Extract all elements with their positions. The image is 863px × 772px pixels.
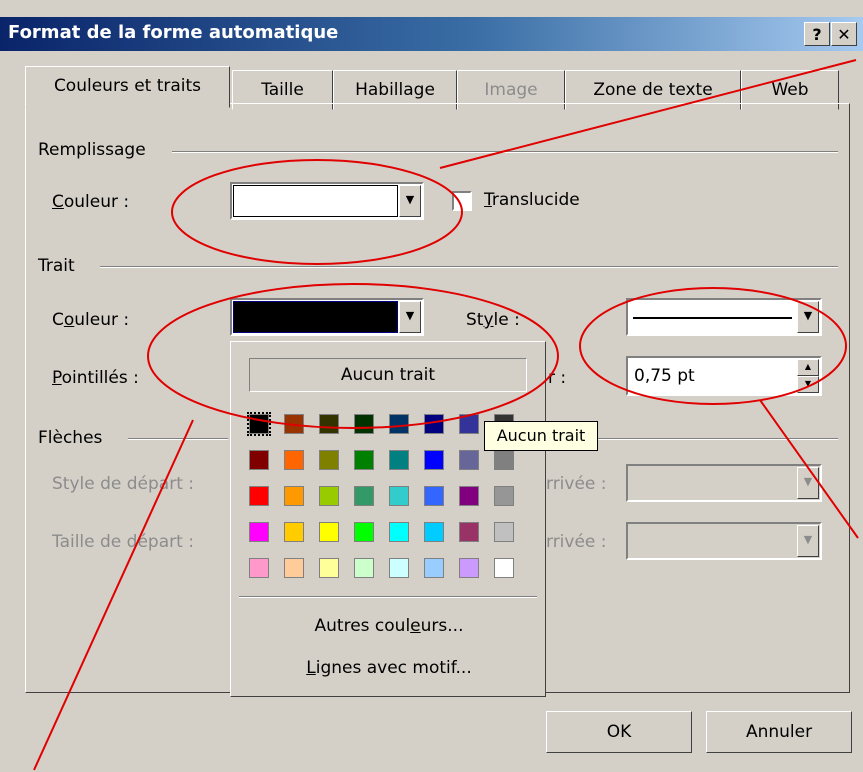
color-swatch[interactable] [354,522,374,542]
title-bar[interactable]: Format de la forme automatique ? ✕ [0,17,863,51]
line-weight-label: r : [548,368,567,388]
color-swatch[interactable] [494,450,514,470]
color-swatch[interactable] [249,450,269,470]
fill-separator [172,151,838,153]
patterned-lines-item[interactable]: Lignes avec motif... [231,658,547,678]
line-style-combo[interactable]: ▼ [626,298,822,336]
fill-color-label: Couleur : [52,192,130,212]
color-swatch[interactable] [354,486,374,506]
translucent-label: Translucide [484,190,580,210]
tooltip: Aucun trait [484,421,598,451]
line-color-label: Couleur : [52,310,130,330]
chevron-down-icon: ▼ [797,525,819,557]
color-swatch[interactable] [319,450,339,470]
line-color-combo[interactable]: ▼ [230,298,424,336]
chevron-down-icon[interactable]: ▼ [399,301,421,333]
spin-up-icon[interactable]: ▲ [797,359,819,376]
end-size-label: rrivée : [546,532,607,552]
line-color-swatch [233,301,398,333]
color-swatch[interactable] [247,412,271,436]
line-separator [100,266,838,268]
color-swatch[interactable] [319,522,339,542]
chevron-down-icon[interactable]: ▼ [399,185,421,217]
color-swatch[interactable] [459,558,479,578]
end-size-combo[interactable]: ▼ [626,522,822,560]
arrows-separator-left [128,438,228,440]
dialog-title: Format de la forme automatique [8,22,339,43]
start-style-label: Style de départ : [52,474,195,494]
end-style-label: rrivée : [546,474,607,494]
color-swatch[interactable] [424,450,444,470]
color-swatch[interactable] [354,558,374,578]
color-swatch[interactable] [284,558,304,578]
color-swatch[interactable] [494,522,514,542]
color-swatch[interactable] [389,486,409,506]
spin-down-icon[interactable]: ▼ [797,376,819,393]
arrows-section-label: Flèches [38,428,103,448]
chevron-down-icon[interactable]: ▼ [797,301,819,333]
color-swatch[interactable] [494,558,514,578]
color-swatch[interactable] [459,450,479,470]
dialog-window: Format de la forme automatique ? ✕ Coule… [0,0,863,772]
color-swatch[interactable] [354,450,374,470]
no-line-button[interactable]: Aucun trait [249,358,527,392]
end-style-combo[interactable]: ▼ [626,464,822,502]
color-swatch[interactable] [354,414,374,434]
arrows-separator-right [598,438,838,440]
color-swatch[interactable] [459,486,479,506]
color-swatch[interactable] [389,558,409,578]
line-weight-value: 0,75 pt [634,366,695,386]
line-style-label: Style : [466,310,520,330]
color-swatch[interactable] [459,414,479,434]
fill-color-swatch [233,185,398,217]
close-button[interactable]: ✕ [831,22,857,46]
line-color-popup: Aucun trait Autres couleurs... Lignes av… [230,341,546,697]
translucent-checkbox[interactable] [452,191,472,211]
color-swatch[interactable] [284,414,304,434]
color-swatch[interactable] [319,558,339,578]
color-swatch[interactable] [424,414,444,434]
cancel-button[interactable]: Annuler [706,711,852,753]
chevron-down-icon: ▼ [797,467,819,499]
color-swatch[interactable] [284,450,304,470]
color-swatch[interactable] [494,486,514,506]
fill-section-label: Remplissage [38,140,146,160]
tab-couleurs-et-traits[interactable]: Couleurs et traits [25,66,230,108]
color-swatch[interactable] [249,522,269,542]
color-swatch[interactable] [389,450,409,470]
ok-button[interactable]: OK [546,711,692,753]
color-swatch[interactable] [249,558,269,578]
popup-separator [239,596,537,598]
color-swatch[interactable] [389,522,409,542]
color-swatch[interactable] [249,486,269,506]
line-dashed-label: Pointillés : [52,368,139,388]
start-size-label: Taille de départ : [52,532,194,552]
color-swatch[interactable] [319,486,339,506]
color-swatch[interactable] [284,522,304,542]
help-button[interactable]: ? [804,22,830,46]
fill-color-combo[interactable]: ▼ [230,182,424,220]
color-swatch[interactable] [389,414,409,434]
color-swatch[interactable] [284,486,304,506]
color-swatch[interactable] [319,414,339,434]
color-swatch[interactable] [424,486,444,506]
more-colors-item[interactable]: Autres couleurs... [231,616,547,636]
color-swatch[interactable] [459,522,479,542]
line-weight-spinner[interactable]: 0,75 pt ▲ ▼ [626,356,822,396]
line-style-preview [629,301,796,333]
line-section-label: Trait [38,256,75,276]
color-swatch[interactable] [424,522,444,542]
color-swatch[interactable] [424,558,444,578]
